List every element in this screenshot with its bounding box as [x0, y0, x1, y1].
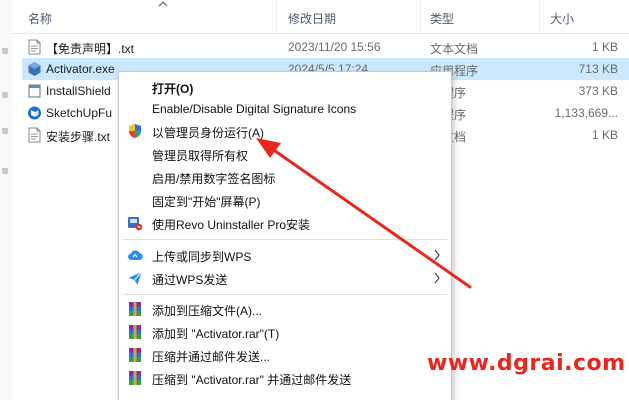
text-file-icon [28, 39, 41, 55]
menu-separator [123, 294, 447, 295]
column-divider[interactable] [539, 0, 540, 34]
menu-item-label: 压缩并通过邮件发送... [152, 350, 271, 364]
winrar-icon [129, 348, 141, 362]
file-type: 文本文档 [430, 42, 479, 56]
revo-uninstaller-icon [128, 217, 143, 231]
winrar-icon [129, 325, 141, 339]
app-exe-icon [28, 84, 41, 98]
menu-item-label: 以管理员身份运行(A) [152, 126, 264, 140]
submenu-chevron-icon [434, 272, 440, 284]
file-name: Activator.exe [46, 62, 115, 76]
menu-item-wps-send[interactable]: 通过WPS发送 [119, 267, 451, 289]
app-exe-icon [28, 62, 41, 76]
menu-item-run-as-admin[interactable]: 以管理员身份运行(A) [119, 120, 451, 142]
menu-item-wps-sync[interactable]: 上传或同步到WPS [119, 244, 451, 266]
menu-item-digital-signature-icons[interactable]: Enable/Disable Digital Signature Icons [119, 98, 451, 120]
menu-item-label: 通过WPS发送 [152, 273, 228, 287]
uac-shield-icon [129, 124, 141, 138]
menu-item-label: 添加到 "Activator.rar"(T) [152, 327, 280, 341]
nav-pin-icon [2, 128, 8, 134]
sort-ascending-icon [158, 1, 168, 7]
menu-item-label: 管理员取得所有权 [152, 149, 249, 163]
text-file-icon [28, 127, 41, 143]
nav-pin-icon [2, 48, 8, 54]
nav-pin-icon [2, 92, 8, 98]
column-header-type[interactable]: 类型 [430, 10, 454, 27]
wps-cloud-icon [128, 250, 143, 261]
menu-item-compress-and-email[interactable]: 压缩并通过邮件发送... [119, 344, 451, 366]
menu-item-label: 添加到压缩文件(A)... [152, 304, 262, 318]
menu-item-label: 打开(O) [152, 82, 194, 96]
file-size: 373 KB [578, 84, 618, 98]
column-header-name[interactable]: 名称 [28, 10, 52, 27]
file-name: SketchUpFu [46, 106, 113, 120]
menu-item-toggle-signature-icons[interactable]: 启用/禁用数字签名图标 [119, 166, 451, 188]
file-size: 713 KB [578, 62, 618, 76]
column-divider[interactable] [420, 0, 421, 34]
submenu-chevron-icon [434, 249, 440, 261]
menu-item-open[interactable]: 打开(O) [119, 76, 451, 98]
navigation-pane-edge [0, 0, 12, 400]
nav-pin-icon [2, 168, 8, 174]
menu-item-add-to-activator-rar[interactable]: 添加到 "Activator.rar"(T) [119, 321, 451, 343]
file-row[interactable]: 【免责声明】.txt 2023/11/20 15:56 文本文档 1 KB [22, 36, 629, 58]
menu-separator [123, 239, 447, 240]
wps-send-icon [128, 271, 142, 285]
menu-item-label: Enable/Disable Digital Signature Icons [152, 102, 357, 116]
file-name: 【免责声明】.txt [46, 42, 135, 56]
column-header-size[interactable]: 大小 [550, 10, 574, 27]
file-size: 1,133,669... [554, 106, 618, 120]
menu-item-label: 压缩到 "Activator.rar" 并通过邮件发送 [152, 373, 352, 387]
file-date: 2023/11/20 15:56 [288, 40, 381, 54]
menu-item-add-to-archive[interactable]: 添加到压缩文件(A)... [119, 298, 451, 320]
file-name: InstallShield [46, 84, 111, 98]
winrar-icon [129, 371, 141, 385]
file-list-header: 名称 修改日期 类型 大小 [12, 0, 629, 34]
sketchup-icon [28, 106, 41, 120]
winrar-icon [129, 302, 141, 316]
menu-item-label: 使用Revo Uninstaller Pro安装 [152, 218, 311, 232]
file-name: 安装步骤.txt [46, 130, 111, 144]
column-header-date[interactable]: 修改日期 [288, 10, 336, 27]
menu-item-revo-uninstaller[interactable]: 使用Revo Uninstaller Pro安装 [119, 212, 451, 234]
menu-item-pin-to-start[interactable]: 固定到"开始"屏幕(P) [119, 189, 451, 211]
menu-item-label: 上传或同步到WPS [152, 250, 252, 264]
file-size: 1 KB [591, 128, 618, 142]
context-menu: 打开(O) Enable/Disable Digital Signature I… [118, 71, 452, 400]
menu-item-compress-to-rar-and-email[interactable]: 压缩到 "Activator.rar" 并通过邮件发送 [119, 367, 451, 389]
watermark-text: www.dgrai.com [427, 351, 626, 376]
file-size: 1 KB [591, 40, 618, 54]
menu-item-label: 启用/禁用数字签名图标 [152, 172, 276, 186]
menu-item-label: 固定到"开始"屏幕(P) [152, 195, 261, 209]
column-divider[interactable] [276, 0, 277, 34]
menu-item-take-ownership[interactable]: 管理员取得所有权 [119, 143, 451, 165]
